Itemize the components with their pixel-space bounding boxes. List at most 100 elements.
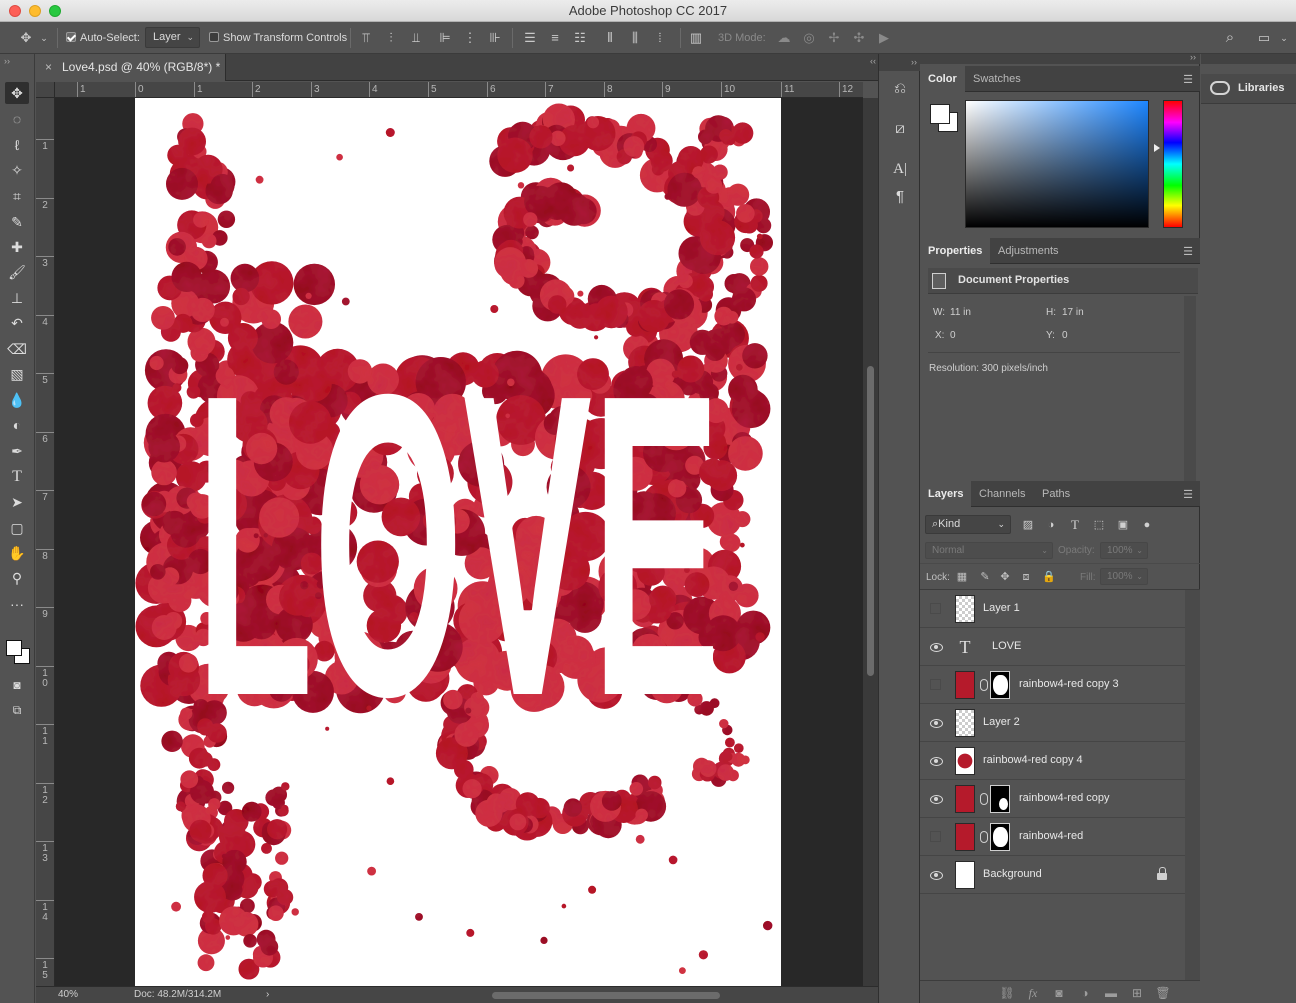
gradient-tool[interactable]: ▧: [5, 363, 29, 385]
visibility-eye-icon[interactable]: [930, 831, 941, 842]
layer-thumbnail[interactable]: [955, 861, 975, 889]
filter-toggle-icon[interactable]: ●: [1140, 518, 1154, 532]
blur-tool[interactable]: 💧: [5, 389, 29, 411]
hue-slider[interactable]: [1163, 100, 1183, 228]
dock-collapse-icon[interactable]: ››: [879, 54, 921, 71]
distribute-right-icon[interactable]: ⦙: [652, 30, 668, 46]
collapse-panels-icon[interactable]: ‹‹: [870, 56, 876, 66]
3d-pan-icon[interactable]: ✢: [826, 30, 842, 46]
new-group-icon[interactable]: ▬: [1103, 985, 1119, 1001]
color-field[interactable]: [965, 100, 1149, 228]
width-value[interactable]: 11 in: [950, 307, 971, 318]
3d-slide-icon[interactable]: ✣: [851, 30, 867, 46]
edit-toolbar-icon[interactable]: ···: [5, 593, 29, 615]
filter-shape-icon[interactable]: ⬚: [1092, 518, 1106, 532]
document-tab[interactable]: × Love4.psd @ 40% (RGB/8*) *: [36, 54, 226, 81]
layer-name[interactable]: Background: [983, 868, 1042, 880]
filter-adjustment-icon[interactable]: ◑: [1044, 518, 1058, 532]
crop-tool[interactable]: ⌗: [5, 185, 29, 207]
eyedropper-tool[interactable]: ✎: [5, 211, 29, 233]
align-horizontal-center-icon[interactable]: ⋮: [462, 30, 478, 46]
vertical-scrollbar[interactable]: [863, 98, 878, 986]
visibility-eye-icon[interactable]: [930, 679, 941, 690]
history-brush-tool[interactable]: ↶: [5, 312, 29, 334]
hand-tool[interactable]: ✋: [5, 542, 29, 564]
properties-scrollbar[interactable]: [1184, 296, 1196, 494]
collapse-toolbar-icon[interactable]: ››: [4, 56, 10, 66]
layer-thumbnail[interactable]: [955, 671, 975, 699]
auto-align-layers-icon[interactable]: ▥: [688, 30, 704, 46]
healing-brush-tool[interactable]: ✚: [5, 236, 29, 258]
libraries-button[interactable]: Libraries: [1201, 74, 1296, 104]
layer-name[interactable]: LOVE: [992, 640, 1021, 652]
adjustment-layer-icon[interactable]: ◑: [1077, 985, 1093, 1001]
tab-swatches[interactable]: Swatches: [965, 66, 1029, 92]
layer-name[interactable]: Layer 2: [983, 716, 1020, 728]
layer-thumbnail[interactable]: [955, 709, 975, 737]
align-vertical-center-icon[interactable]: ⫶: [383, 30, 399, 46]
screen-mode-icon[interactable]: ⧉: [5, 699, 29, 721]
visibility-eye-icon[interactable]: [929, 869, 943, 881]
distribute-bottom-icon[interactable]: ☷: [572, 30, 588, 46]
workspace-dropdown-icon[interactable]: ⌄: [1276, 30, 1292, 46]
align-right-icon[interactable]: ⊪: [487, 30, 503, 46]
height-value[interactable]: 17 in: [1062, 307, 1084, 318]
status-menu-arrow-icon[interactable]: ›: [266, 987, 269, 1003]
layer-thumbnail[interactable]: [955, 747, 975, 775]
layer-style-icon[interactable]: fx: [1025, 985, 1041, 1001]
layer-thumbnail[interactable]: [955, 595, 975, 623]
hue-slider-marker[interactable]: [1154, 144, 1160, 152]
color-swatches[interactable]: [4, 638, 32, 666]
distribute-vertical-center-icon[interactable]: ≡: [547, 30, 563, 46]
layer-mask-thumbnail[interactable]: [990, 823, 1010, 851]
mask-link-icon[interactable]: [980, 793, 988, 805]
canvas-area[interactable]: LOVE: [55, 98, 863, 986]
distribute-left-icon[interactable]: ⦀: [602, 30, 618, 46]
visibility-eye-icon[interactable]: [929, 793, 943, 805]
zoom-level[interactable]: 40%: [58, 987, 78, 1003]
layer-name[interactable]: rainbow4-red copy: [1019, 792, 1110, 804]
tool-preset-dropdown-icon[interactable]: ⌄: [36, 30, 52, 46]
collapse-icon[interactable]: ››: [1190, 52, 1196, 62]
filter-smart-object-icon[interactable]: ▣: [1116, 518, 1130, 532]
lock-artboard-icon[interactable]: ⧈: [1020, 571, 1032, 583]
distribute-top-icon[interactable]: ☰: [522, 30, 538, 46]
lock-position-icon[interactable]: ✥: [999, 571, 1011, 583]
foreground-color-swatch[interactable]: [6, 640, 22, 656]
type-layer-icon[interactable]: T: [955, 633, 975, 661]
new-layer-icon[interactable]: ⊞: [1129, 985, 1145, 1001]
panel-menu-icon[interactable]: ☰: [1183, 73, 1193, 86]
blend-mode-select[interactable]: Normal ⌄: [925, 542, 1053, 559]
tab-color[interactable]: Color: [920, 66, 965, 92]
visibility-eye-icon[interactable]: [930, 603, 941, 614]
lock-all-icon[interactable]: 🔒: [1042, 571, 1056, 583]
layer-thumbnail[interactable]: [955, 823, 975, 851]
vertical-scroll-thumb[interactable]: [867, 366, 874, 676]
visibility-eye-icon[interactable]: [929, 755, 943, 767]
3d-scale-icon[interactable]: ▶: [876, 30, 892, 46]
layer-row[interactable]: Background: [920, 856, 1185, 894]
dodge-tool[interactable]: ◐: [5, 414, 29, 436]
clone-stamp-tool[interactable]: ⊥: [5, 287, 29, 309]
y-value[interactable]: 0: [1062, 330, 1068, 341]
fill-input[interactable]: 100% ⌄: [1100, 568, 1148, 585]
align-bottom-icon[interactable]: ⫫: [408, 30, 424, 46]
path-selection-tool[interactable]: ➤: [5, 491, 29, 513]
marquee-tool[interactable]: ◌: [5, 108, 29, 130]
layer-row[interactable]: rainbow4-red copy 3: [920, 666, 1185, 704]
magic-wand-tool[interactable]: ✧: [5, 159, 29, 181]
add-mask-icon[interactable]: ◙: [1051, 985, 1067, 1001]
move-tool-icon[interactable]: ✥: [18, 30, 34, 46]
panel-menu-icon[interactable]: ☰: [1183, 245, 1193, 258]
layer-row[interactable]: T LOVE: [920, 628, 1185, 666]
lock-transparent-pixels-icon[interactable]: ▦: [956, 571, 968, 583]
auto-select-target-select[interactable]: Layer ⌄: [145, 27, 200, 48]
auto-select-checkbox[interactable]: [66, 32, 76, 42]
move-tool[interactable]: ✥: [5, 82, 29, 104]
x-value[interactable]: 0: [950, 330, 956, 341]
mask-link-icon[interactable]: [980, 679, 988, 691]
horizontal-ruler[interactable]: 1 0 1 2 3 4 5 6 7 8 9 10 11 12: [55, 82, 863, 98]
layer-row[interactable]: rainbow4-red copy: [920, 780, 1185, 818]
layer-name[interactable]: rainbow4-red copy 4: [983, 754, 1083, 766]
visibility-eye-icon[interactable]: [929, 717, 943, 729]
